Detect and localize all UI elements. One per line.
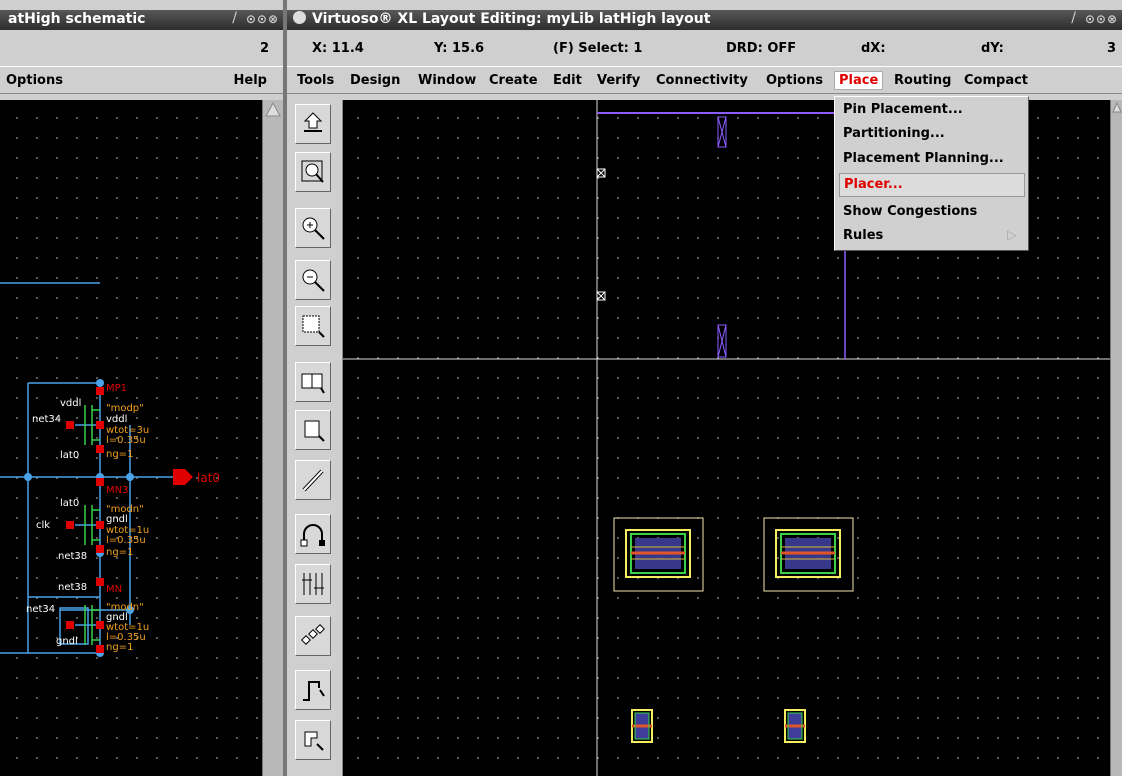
menu-options[interactable]: Options (6, 73, 63, 88)
schematic-drawing: MP1 "modp" vddl vddl net34 wtot=3u l=0.3… (0, 282, 220, 657)
status-drd: DRD: OFF (726, 41, 797, 56)
place-menu-dropdown: Pin Placement... Partitioning... Placeme… (834, 96, 1029, 251)
label-lat0-a: lat0 (60, 450, 79, 461)
copy-icon[interactable] (295, 410, 331, 450)
layout-scrollbar[interactable] (1110, 100, 1122, 776)
window-divider (283, 0, 287, 776)
schematic-window: atHigh schematic / ⊙⊙⊗ 2 Options Help MP… (0, 0, 283, 776)
zoom-out-icon[interactable] (295, 260, 331, 300)
label-clk: clk (36, 520, 50, 531)
move-icon[interactable] (295, 720, 331, 760)
label-net38-a: net38 (58, 551, 87, 562)
app-logo-icon (293, 11, 306, 24)
label-net38-b: net38 (58, 582, 87, 593)
tool-palette (287, 100, 343, 776)
schematic-window-title: atHigh schematic (8, 11, 146, 27)
label-vdd-left: vddl (60, 398, 81, 409)
label-l-mp: l=0.35u (106, 435, 146, 446)
layout-titlebar[interactable]: Virtuoso® XL Layout Editing: myLib latHi… (287, 10, 1122, 30)
label-vdd-right: vddl (106, 414, 127, 425)
menu-create[interactable]: Create (489, 73, 538, 88)
menu-help[interactable]: Help (234, 73, 267, 88)
label-net34-a: net34 (32, 414, 61, 425)
menu-design[interactable]: Design (350, 73, 400, 88)
menu-item-partitioning[interactable]: Partitioning... (839, 123, 1025, 147)
menu-edit[interactable]: Edit (553, 73, 582, 88)
stretch-icon[interactable] (295, 362, 331, 402)
label-ng-mn3: ng=1 (106, 547, 133, 558)
label-ng-mp: ng=1 (106, 449, 133, 460)
menu-connectivity[interactable]: Connectivity (656, 73, 748, 88)
label-mn3: MN3 (106, 485, 128, 496)
submenu-arrow-icon: ▷ (1007, 228, 1017, 243)
titlebar-divider: / (232, 10, 237, 26)
menu-place[interactable]: Place (834, 71, 884, 90)
label-mp1: MP1 (106, 383, 127, 394)
schematic-canvas[interactable]: MP1 "modp" vddl vddl net34 wtot=3u l=0.3… (0, 100, 262, 776)
menu-item-rules: Rules (843, 228, 884, 243)
menu-routing[interactable]: Routing (894, 73, 951, 88)
path-icon[interactable] (295, 460, 331, 500)
schematic-menubar: Options Help (0, 66, 283, 94)
label-lat0-pin: lat0 (197, 471, 220, 485)
align-icon[interactable] (295, 564, 331, 604)
layout-window-title-wrap: Virtuoso® XL Layout Editing: myLib latHi… (293, 11, 710, 27)
window-controls-icon[interactable]: ⊙⊙⊗ (1085, 12, 1118, 26)
undo-arc-icon[interactable] (295, 514, 331, 554)
label-net34-b: net34 (26, 604, 55, 615)
titlebar-divider: / (1071, 10, 1076, 26)
layout-window-title: Virtuoso® XL Layout Editing: myLib latHi… (312, 11, 711, 27)
schematic-status-bar: 2 (0, 34, 283, 64)
label-gnd-a: gndl (106, 514, 128, 525)
menu-item-rules-wrap[interactable]: Rules ▷ (839, 225, 1025, 249)
status-dx: dX: (861, 41, 886, 56)
layout-device-3 (631, 709, 653, 743)
window-number: 3 (1106, 41, 1116, 56)
layout-device-2 (763, 517, 854, 592)
layout-menubar: Tools Design Window Create Edit Verify C… (287, 66, 1122, 94)
zoom-fit-icon[interactable] (295, 152, 331, 192)
menu-window[interactable]: Window (418, 73, 476, 88)
layout-device-4 (784, 709, 806, 743)
label-l-mn3: l=0.35u (106, 535, 146, 546)
schematic-scrollbar[interactable] (262, 100, 283, 776)
label-gnd-c: gndl (56, 636, 78, 647)
label-modp: "modp" (106, 403, 144, 414)
menu-item-placer[interactable]: Placer... (839, 173, 1025, 197)
save-icon[interactable] (295, 104, 331, 144)
route-icon[interactable] (295, 670, 331, 710)
rotate-icon[interactable] (295, 616, 331, 656)
zoom-in-icon[interactable] (295, 208, 331, 248)
window-number: 2 (259, 41, 269, 56)
status-y: Y: 15.6 (434, 41, 485, 56)
layout-window: Virtuoso® XL Layout Editing: myLib latHi… (287, 0, 1122, 776)
label-ng-mn: ng=1 (106, 642, 133, 653)
menu-compact[interactable]: Compact (964, 73, 1028, 88)
status-dy: dY: (981, 41, 1004, 56)
label-mn: MN (106, 584, 122, 595)
label-lat0-b: lat0 (60, 498, 79, 509)
menu-options[interactable]: Options (766, 73, 823, 88)
schematic-titlebar[interactable]: atHigh schematic / ⊙⊙⊗ (0, 10, 283, 30)
window-controls-icon[interactable]: ⊙⊙⊗ (246, 12, 279, 26)
select-area-icon[interactable] (295, 306, 331, 346)
status-x: X: 11.4 (312, 41, 364, 56)
menu-verify[interactable]: Verify (597, 73, 640, 88)
menu-tools[interactable]: Tools (297, 73, 334, 88)
status-select: (F) Select: 1 (553, 41, 643, 56)
menu-item-pin-placement[interactable]: Pin Placement... (839, 99, 1025, 123)
layout-status-bar: X: 11.4 Y: 15.6 (F) Select: 1 DRD: OFF d… (287, 34, 1122, 64)
layout-device-1 (613, 517, 704, 592)
menu-item-placement-planning[interactable]: Placement Planning... (839, 148, 1025, 172)
menu-item-show-congestions[interactable]: Show Congestions (839, 201, 1025, 225)
